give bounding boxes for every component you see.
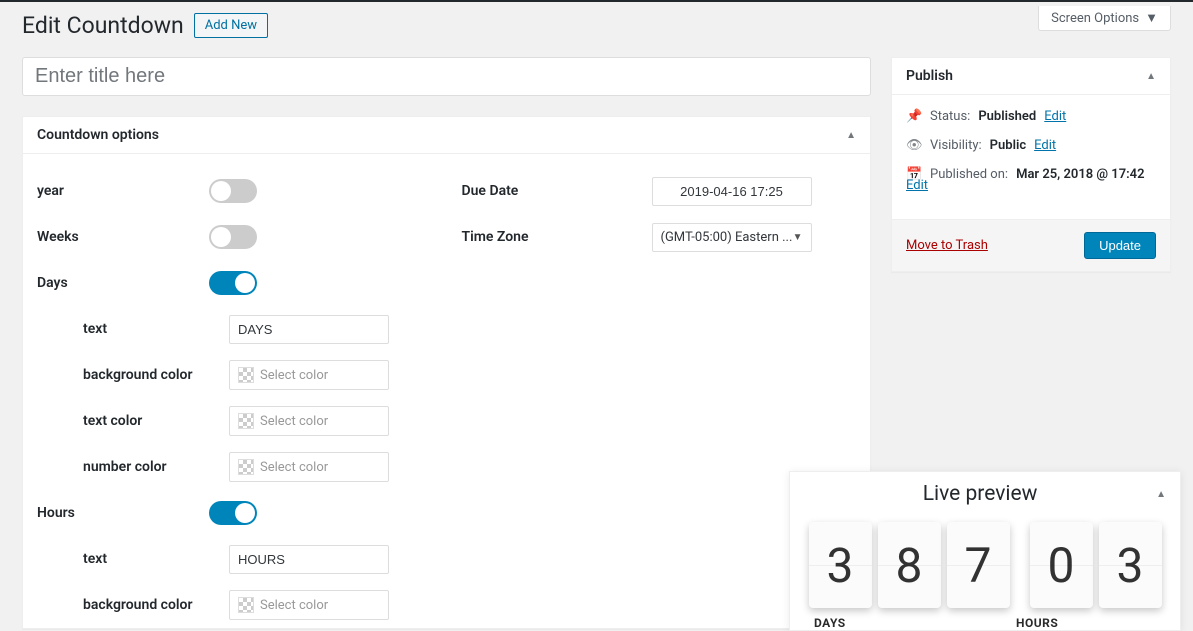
collapse-icon[interactable]: ▲ [1146,71,1156,82]
screen-options-button[interactable]: Screen Options ▼ [1038,6,1171,31]
preview-hours-label: HOURS [1016,616,1058,630]
publish-box: Publish ▲ 📌 Status: Published Edit 👁 Vis… [891,57,1171,272]
weeks-toggle[interactable] [209,225,257,249]
due-date-input[interactable] [652,177,812,206]
edit-status-link[interactable]: Edit [1044,109,1066,124]
year-label: year [37,183,209,199]
move-to-trash-link[interactable]: Move to Trash [906,238,988,253]
timezone-select[interactable]: (GMT-05:00) Eastern ... ▼ [652,223,812,252]
preview-days-label: DAYS [810,616,1016,630]
days-text-label: text [83,321,229,337]
year-toggle[interactable] [209,179,257,203]
countdown-options-heading: Countdown options [37,127,159,143]
visibility-value: Public [990,138,1026,153]
color-swatch-icon [238,367,254,383]
published-label: Published on: [930,167,1008,182]
flip-digit: 3 [1099,522,1162,608]
hours-text-input[interactable] [229,545,389,574]
days-label: Days [37,275,209,291]
due-date-label: Due Date [462,183,652,199]
hours-text-label: text [83,551,229,567]
color-swatch-icon [238,413,254,429]
hours-label: Hours [37,505,209,521]
live-preview-heading: Live preview [804,482,1156,506]
countdown-options-box: Countdown options ▲ year Weeks [22,116,871,629]
chevron-down-icon: ▼ [1145,10,1158,26]
publish-heading: Publish [906,68,953,84]
flip-digit: 0 [1030,522,1093,608]
chevron-down-icon: ▼ [793,232,803,243]
days-numcolor-input[interactable]: Select color [229,452,389,482]
page-title: Edit Countdown [22,12,184,39]
weeks-label: Weeks [37,229,209,245]
color-swatch-icon [238,459,254,475]
edit-visibility-link[interactable]: Edit [1034,138,1056,153]
hours-bgcolor-label: background color [83,597,229,613]
days-toggle[interactable] [209,271,257,295]
pin-icon: 📌 [906,109,922,124]
flip-digit: 8 [878,522,941,608]
published-value: Mar 25, 2018 @ 17:42 [1016,167,1144,182]
edit-date-link[interactable]: Edit [906,178,928,193]
flip-digit: 7 [947,522,1010,608]
publish-header[interactable]: Publish ▲ [892,58,1170,95]
status-label: Status: [930,109,970,124]
days-textcolor-label: text color [83,413,229,429]
live-preview-box: Live preview ▲ 3 8 7 0 3 DAYS HOURS [789,471,1181,631]
visibility-label: Visibility: [930,138,982,153]
screen-options-label: Screen Options [1051,11,1139,26]
hours-toggle[interactable] [209,501,257,525]
hours-bgcolor-input[interactable]: Select color [229,590,389,620]
eye-icon: 👁 [906,138,922,153]
days-numcolor-label: number color [83,459,229,475]
color-swatch-icon [238,597,254,613]
collapse-icon[interactable]: ▲ [846,130,856,141]
days-text-input[interactable] [229,315,389,344]
countdown-options-header[interactable]: Countdown options ▲ [23,117,870,154]
status-value: Published [978,109,1036,124]
live-preview-header[interactable]: Live preview ▲ [790,472,1180,516]
update-button[interactable]: Update [1084,232,1156,259]
timezone-label: Time Zone [462,229,652,245]
post-title-input[interactable] [22,57,871,96]
days-textcolor-input[interactable]: Select color [229,406,389,436]
collapse-icon[interactable]: ▲ [1156,489,1166,500]
add-new-button[interactable]: Add New [194,13,268,38]
flip-digit: 3 [809,522,872,608]
days-bgcolor-input[interactable]: Select color [229,360,389,390]
days-bgcolor-label: background color [83,367,229,383]
